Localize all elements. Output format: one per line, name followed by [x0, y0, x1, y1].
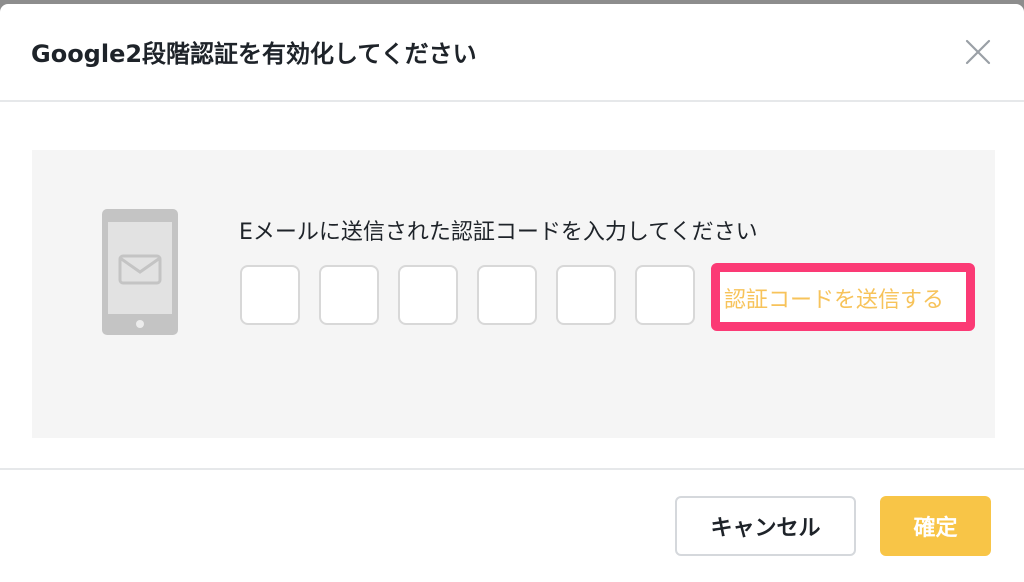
code-digit-4[interactable]: [477, 265, 537, 325]
send-code-highlight: 認証コードを送信する: [711, 263, 975, 331]
dialog-title: Google2段階認証を有効化してください: [31, 40, 477, 68]
close-button[interactable]: [958, 32, 998, 72]
confirm-button[interactable]: 確定: [880, 496, 991, 556]
close-icon: [965, 39, 991, 65]
instruction-text: Eメールに送信された認証コードを入力してください: [239, 220, 758, 245]
code-digit-5[interactable]: [556, 265, 616, 325]
verification-panel: Eメールに送信された認証コードを入力してください 認証コードを送信する: [32, 150, 995, 438]
code-digit-6[interactable]: [635, 265, 695, 325]
dialog-header: Google2段階認証を有効化してください: [0, 4, 1024, 102]
send-code-link[interactable]: 認証コードを送信する: [724, 282, 944, 314]
footer-divider: [0, 468, 1024, 470]
phone-mail-icon: [102, 209, 178, 335]
code-digit-2[interactable]: [319, 265, 379, 325]
code-digit-3[interactable]: [398, 265, 458, 325]
cancel-button[interactable]: キャンセル: [675, 496, 856, 556]
code-digit-1[interactable]: [240, 265, 300, 325]
two-factor-dialog: Google2段階認証を有効化してください Eメールに送信された認証コードを入力…: [0, 4, 1024, 582]
